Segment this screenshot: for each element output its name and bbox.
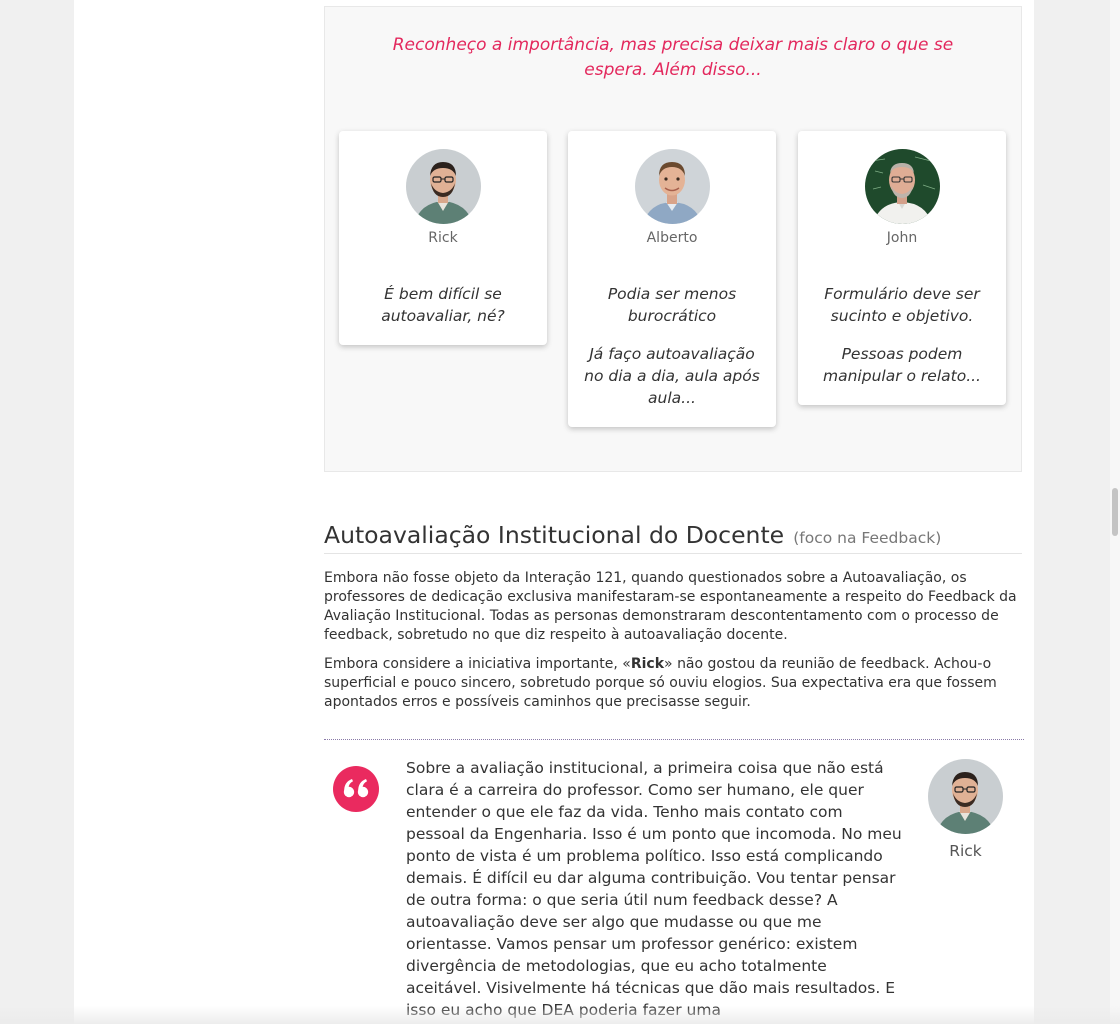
body-paragraph: Embora não fosse objeto da Interação 121… — [324, 570, 1017, 643]
persona-comment: Formulário deve ser sucinto e objetivo. … — [814, 283, 990, 387]
rick-avatar-icon — [405, 149, 481, 224]
persona-name: Rick — [428, 230, 458, 246]
persona-name-highlight: Rick — [630, 656, 665, 672]
section-focus-label: (foco na Feedback) — [793, 529, 942, 547]
body-paragraph: Embora considere a iniciativa importante… — [324, 655, 1024, 712]
persona-card-alberto: Alberto Podia ser menos burocrático Já f… — [568, 131, 776, 427]
quote-icon — [333, 766, 379, 812]
persona-comment: É bem difícil se autoavaliar, né? — [355, 283, 531, 327]
persona-comment-line: Formulário deve ser sucinto e objetivo. — [824, 285, 980, 325]
persona-comment-line: Já faço autoavaliação no dia a dia, aula… — [584, 345, 760, 407]
persona-name: Alberto — [646, 230, 698, 246]
persona-comment: Podia ser menos burocrático Já faço auto… — [584, 283, 760, 409]
persona-comment-line: Pessoas podem manipular o relato... — [823, 345, 981, 385]
panel-intro-text: Reconheço a importância, mas precisa dei… — [392, 35, 954, 80]
section-divider — [324, 739, 1024, 740]
section-heading: Autoavaliação Institucional do Docente (… — [324, 518, 1022, 554]
persona-comment-line: Podia ser menos burocrático — [607, 285, 737, 325]
quote-author: Rick — [949, 842, 982, 860]
scrollbar-thumb[interactable] — [1112, 488, 1118, 536]
john-avatar-icon — [864, 149, 940, 224]
persona-card-john: John Formulário deve ser sucinto e objet… — [798, 131, 1006, 405]
paragraph-text: Embora considere a iniciativa importante… — [324, 656, 631, 672]
bottom-fade — [0, 1006, 1120, 1024]
persona-name: John — [886, 230, 918, 246]
persona-card-rick: Rick É bem difícil se autoavaliar, né? — [339, 131, 547, 345]
alberto-avatar-icon — [634, 149, 710, 224]
rick-avatar-icon — [928, 759, 1003, 834]
section-title: Autoavaliação Institucional do Docente — [324, 521, 785, 549]
persona-comment-line: É bem difícil se autoavaliar, né? — [381, 285, 505, 325]
vertical-scrollbar[interactable] — [1110, 0, 1120, 1024]
feedback-panel: Reconheço a importância, mas precisa dei… — [324, 6, 1022, 472]
quote-text: Sobre a avaliação institucional, a prime… — [406, 759, 902, 1019]
